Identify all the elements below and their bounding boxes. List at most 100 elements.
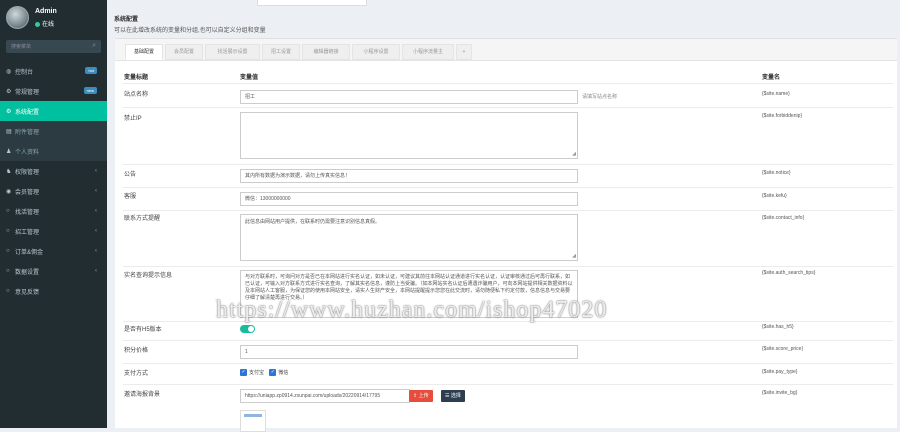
score-price-input[interactable]: 1 [240, 345, 578, 359]
thumbnail-image [244, 414, 262, 417]
tab-miniprogram-ads[interactable]: 小程序流量主 [402, 44, 454, 60]
notice-input[interactable]: 其内所有数据为演示数据，请勿上传真实信息！ [240, 169, 578, 183]
circle-icon: ○ [6, 228, 10, 234]
sidebar-badge-hot: hot [85, 67, 97, 74]
sidebar-item-label: 招工管理 [15, 229, 40, 236]
kefu-input[interactable]: 微信：13000000000 [240, 192, 578, 206]
chevron-left-icon: ‹ [95, 168, 97, 174]
sidebar-menu: ◍ 控制台 hot ⚙ 常规管理 new ⚙ 系统配置 ▤ 附件管理 ♟ 个人资料 ♞ 权限管理… [0, 61, 107, 301]
avatar[interactable] [6, 6, 29, 29]
sidebar-item-recruit[interactable]: ○ 招工管理 ‹ [0, 221, 107, 241]
sidebar-item-feedback[interactable]: ○ 意见反馈 [0, 281, 107, 301]
checkbox-alipay[interactable]: ✓ [240, 369, 247, 377]
pay-type-option-label: 微信 [278, 370, 289, 376]
sidebar-item-data-settings[interactable]: ○ 数据设置 ‹ [0, 261, 107, 281]
main-content: 系统配置 可以在此增改系统的变量和分组,也可以自定义分组和变量 基础配置 会员配… [107, 0, 900, 428]
forbidden-ip-textarea[interactable]: ◢ [240, 112, 578, 159]
resize-grip-icon[interactable]: ◢ [572, 254, 576, 259]
circle-icon: ○ [6, 208, 10, 214]
sidebar-item-general[interactable]: ⚙ 常规管理 new [0, 81, 107, 101]
upload-button[interactable]: ⇪ 上传 [409, 390, 433, 402]
row-label-score-price: 积分价格 [124, 348, 149, 354]
var-site-name: {$site.name} [762, 91, 790, 97]
sidebar-item-profile[interactable]: ♟ 个人资料 [0, 141, 107, 161]
column-header-value: 变量值 [240, 75, 259, 81]
circle-icon: ○ [6, 268, 10, 274]
toggle-knob [248, 326, 254, 332]
sidebar-item-system-config[interactable]: ⚙ 系统配置 [0, 101, 107, 121]
auth-search-tips-text: 与对方联系时，可询问对方是否已在本网站进行实名认证，如未认证，可建议其前往本网站… [245, 274, 573, 301]
invite-bg-thumbnail[interactable] [240, 410, 266, 432]
search-icon[interactable]: ⌕ [92, 42, 96, 50]
user-name: Admin [35, 8, 57, 15]
sidebar-item-label: 意见反馈 [15, 289, 40, 296]
choose-button[interactable]: ☰ 选择 [441, 390, 465, 402]
tab-member[interactable]: 会员配置 [165, 44, 203, 60]
row-label-invite-bg: 邀请海报背景 [124, 392, 161, 398]
sidebar-badge-new: new [83, 87, 97, 94]
sidebar-item-label: 控制台 [15, 69, 34, 76]
tab-add-button[interactable]: + [456, 44, 472, 60]
page-title: 系统配置 [114, 17, 139, 23]
top-tab-strip [107, 0, 900, 6]
chevron-left-icon: ‹ [95, 268, 97, 274]
column-header-title: 变量标题 [124, 75, 149, 81]
online-dot-icon [35, 21, 40, 27]
tab-basic[interactable]: 基础配置 [125, 44, 163, 60]
sidebar-item-find-work[interactable]: ○ 找活管理 ‹ [0, 201, 107, 221]
search-input-placeholder: 搜索菜单 [11, 44, 32, 50]
sidebar-item-label: 会员管理 [15, 189, 40, 196]
divider [123, 187, 893, 188]
resize-grip-icon[interactable]: ◢ [572, 152, 576, 157]
sidebar-item-label: 数据设置 [15, 269, 40, 276]
sidebar-item-orders[interactable]: ○ 订单&佣金 ‹ [0, 241, 107, 261]
circle-icon: ○ [6, 248, 10, 254]
sidebar: Admin 在线 搜索菜单 ⌕ ◍ 控制台 hot ⚙ 常规管理 new ⚙ 系统配置 ▤… [0, 0, 107, 428]
has-h5-toggle[interactable] [240, 325, 255, 333]
sidebar-search[interactable]: 搜索菜单 ⌕ [6, 40, 101, 53]
upload-icon: ⇪ [413, 393, 418, 399]
auth-search-tips-textarea[interactable]: 与对方联系时，可询问对方是否已在本网站进行实名认证，如未认证，可建议其前往本网站… [240, 270, 578, 318]
row-label-forbidden-ip: 禁止IP [124, 116, 142, 122]
user-panel: Admin 在线 [0, 0, 107, 38]
tab-miniprogram[interactable]: 小程序设置 [352, 44, 400, 60]
pay-type-options: ✓ 支付宝 ✓ 微信 [240, 369, 289, 377]
user-circle-icon: ◉ [6, 188, 12, 195]
tab-recruit[interactable]: 招工设置 [262, 44, 300, 60]
row-label-auth-search-tips: 实名查询提示信息 [124, 273, 173, 279]
divider [123, 266, 893, 267]
dashboard-icon: ◍ [6, 68, 12, 75]
upload-button-label: 上传 [418, 393, 429, 399]
sidebar-item-dashboard[interactable]: ◍ 控制台 hot [0, 61, 107, 81]
contact-info-text: 此信息由网站用户提供，在联系时仍需要注意识别信息真假。 [245, 219, 381, 225]
var-score-price: {$site.score_price} [762, 346, 804, 352]
sidebar-item-label: 个人资料 [15, 149, 40, 156]
user-status: 在线 [35, 19, 54, 28]
var-has-h5: {$site.has_h5} [762, 324, 794, 330]
circle-icon: ○ [6, 288, 10, 294]
row-label-pay-type: 支付方式 [124, 371, 149, 377]
page-header: 系统配置 可以在此增改系统的变量和分组,也可以自定义分组和变量 [114, 14, 266, 34]
row-label-site-name: 站点名称 [124, 92, 149, 98]
checkbox-wechat[interactable]: ✓ [269, 369, 277, 377]
chevron-left-icon: ‹ [95, 248, 97, 254]
tab-find-work-display[interactable]: 找活展示设置 [205, 44, 260, 60]
row-label-kefu: 客服 [124, 194, 137, 200]
chevron-left-icon: ‹ [95, 228, 97, 234]
tab-editor-links[interactable]: 编辑器链接 [302, 44, 350, 60]
invite-bg-input[interactable]: https://uniapp.zp0914.zxunpai.com/upload… [240, 389, 410, 403]
var-auth-search-tips: {$site.auth_search_tips} [762, 270, 816, 276]
sidebar-item-label: 系统配置 [15, 109, 40, 116]
var-contact-info: {$site.contact_info} [762, 215, 805, 221]
top-tab[interactable] [257, 0, 367, 6]
sidebar-item-members[interactable]: ◉ 会员管理 ‹ [0, 181, 107, 201]
divider [123, 210, 893, 211]
site-name-input[interactable]: 招工 [240, 90, 578, 104]
sidebar-item-label: 权限管理 [15, 169, 40, 176]
sidebar-item-label: 找活管理 [15, 209, 40, 216]
chevron-left-icon: ‹ [95, 208, 97, 214]
sidebar-item-attachments[interactable]: ▤ 附件管理 [0, 121, 107, 141]
contact-info-textarea[interactable]: 此信息由网站用户提供，在联系时仍需要注意识别信息真假。 ◢ [240, 214, 578, 261]
user-icon: ♟ [6, 148, 12, 155]
sidebar-item-permissions[interactable]: ♞ 权限管理 ‹ [0, 161, 107, 181]
